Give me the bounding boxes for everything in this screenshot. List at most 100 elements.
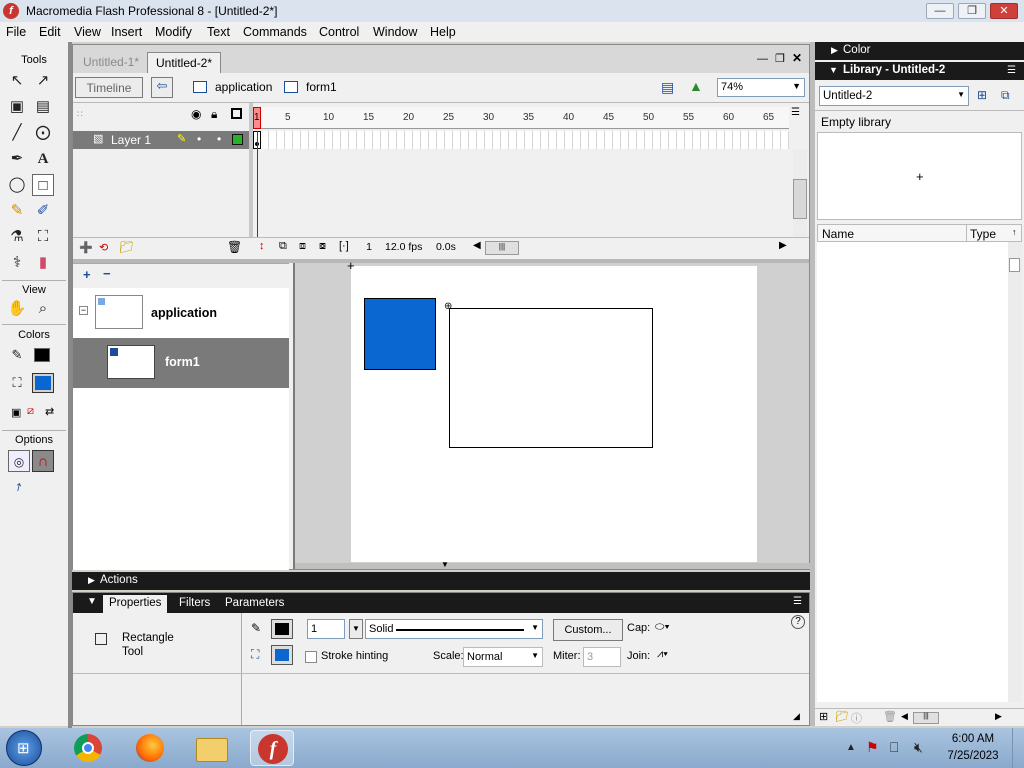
collapse-arrow-icon[interactable]: ▼ <box>87 596 97 607</box>
paint-bucket-tool-icon[interactable]: ⛶ <box>32 226 54 248</box>
breadcrumb-form1[interactable]: form1 <box>306 80 337 94</box>
fill-transform-tool-icon[interactable]: ▤ <box>32 96 54 118</box>
round-rectangle-radius-icon[interactable]: ⭎ <box>8 476 30 498</box>
insert-screen-icon[interactable]: + <box>83 267 91 282</box>
miter-input[interactable]: 3 <box>583 647 621 667</box>
pin-library-icon[interactable]: ⊞ <box>977 88 987 102</box>
timeline-toggle-button[interactable]: Timeline <box>75 77 143 98</box>
scroll-left-icon[interactable]: ◀ <box>473 240 481 251</box>
black-white-icon[interactable]: ▣ <box>11 406 21 419</box>
sort-order-icon[interactable]: ↑ <box>1012 227 1017 237</box>
brush-tool-icon[interactable]: ✐ <box>32 200 54 222</box>
join-select-icon[interactable]: ⩘▾ <box>657 648 668 661</box>
layer-lock-dot[interactable]: • <box>217 132 221 146</box>
zoom-tool-icon[interactable]: ⌕ <box>32 298 54 320</box>
frame-ruler[interactable]: 1 5 10 15 20 25 30 35 40 45 50 55 60 65 <box>253 107 789 129</box>
help-icon[interactable]: ? <box>791 615 805 629</box>
scrollbar-thumb[interactable] <box>793 179 807 219</box>
snap-to-objects-icon[interactable]: ∩ <box>32 450 54 472</box>
new-symbol-icon[interactable]: ⊞ <box>819 710 828 723</box>
actions-panel-header[interactable]: ▶ Actions <box>72 572 810 590</box>
no-color-icon[interactable]: ⧄ <box>27 405 34 418</box>
custom-stroke-button[interactable]: Custom... <box>553 619 623 641</box>
modify-onion-markers-icon[interactable]: [·] <box>339 240 349 252</box>
taskbar-time[interactable]: 6:00 AM <box>940 733 1006 745</box>
frames-row[interactable] <box>253 131 789 149</box>
menu-edit[interactable]: Edit <box>39 25 61 39</box>
library-scrollbar[interactable] <box>1008 242 1022 702</box>
center-frame-icon[interactable]: ↕ <box>259 240 265 252</box>
rectangle-tool-icon[interactable]: □ <box>32 174 54 196</box>
swap-colors-icon[interactable]: ⇄ <box>45 405 54 418</box>
library-document-select[interactable]: Untitled-2 ▼ <box>819 86 969 106</box>
layer-outline-swatch[interactable] <box>232 134 243 145</box>
menu-help[interactable]: Help <box>430 25 456 39</box>
breadcrumb-application[interactable]: application <box>215 80 272 94</box>
pencil-tool-icon[interactable]: ✎ <box>6 200 28 222</box>
doc-restore-icon[interactable]: ❐ <box>775 52 785 65</box>
volume-icon[interactable]: 🔇︎ <box>914 739 923 756</box>
right-panel-splitter[interactable] <box>810 42 815 726</box>
free-transform-tool-icon[interactable]: ▣ <box>6 96 28 118</box>
show-hidden-icons-icon[interactable]: ▲ <box>846 742 856 753</box>
tab-untitled-1[interactable]: Untitled-1* <box>75 52 147 73</box>
timeline-splitter[interactable] <box>249 103 253 237</box>
column-type[interactable]: Type <box>970 227 996 241</box>
horizontal-scrollbar-thumb[interactable]: ||| <box>485 241 519 255</box>
taskbar-chrome[interactable] <box>66 730 110 766</box>
cap-select-icon[interactable]: ⬭▾ <box>655 621 670 634</box>
oval-tool-icon[interactable]: ◯ <box>6 174 28 196</box>
lasso-tool-icon[interactable]: ⨀ <box>32 122 54 144</box>
menu-commands[interactable]: Commands <box>243 25 307 39</box>
library-list[interactable] <box>817 242 1008 702</box>
insert-layer-icon[interactable]: ➕ <box>79 241 93 254</box>
restore-button[interactable]: ❐ <box>958 3 986 19</box>
object-drawing-icon[interactable]: ◎ <box>8 450 30 472</box>
stroke-color-button[interactable] <box>271 619 293 639</box>
fill-color-button[interactable] <box>271 645 293 665</box>
menu-modify[interactable]: Modify <box>155 25 192 39</box>
scrollbar-thumb[interactable] <box>1009 258 1020 272</box>
resize-grip-icon[interactable]: ◢ <box>793 711 800 722</box>
taskbar-firefox[interactable] <box>128 730 172 766</box>
timeline-scrollbar[interactable] <box>793 149 807 237</box>
taskbar-flash[interactable]: f <box>250 730 294 766</box>
panel-menu-icon[interactable]: ☰ <box>793 596 802 607</box>
selection-tool-icon[interactable]: ↖ <box>6 70 28 92</box>
action-center-icon[interactable]: ⚑ <box>866 739 879 756</box>
menu-control[interactable]: Control <box>319 25 359 39</box>
horizontal-scrollbar-thumb[interactable]: ||| <box>913 712 939 724</box>
tab-untitled-2[interactable]: Untitled-2* <box>147 52 222 73</box>
edit-symbols-icon[interactable]: ▲ <box>689 78 703 94</box>
scroll-right-icon[interactable]: ▶ <box>995 711 1002 722</box>
frame-view-menu-icon[interactable]: ☰ <box>791 107 800 118</box>
network-icon[interactable]: ⎕ <box>890 739 898 756</box>
back-arrow-icon[interactable]: ⇦ <box>151 77 173 98</box>
scroll-right-icon[interactable]: ▶ <box>779 240 787 251</box>
collapse-arrow-icon[interactable]: ▼ <box>441 560 449 569</box>
add-motion-guide-icon[interactable]: ⟲ <box>99 241 108 254</box>
stage[interactable]: ⊕ <box>351 266 757 562</box>
eye-icon[interactable]: ◉ <box>191 107 201 121</box>
zoom-select[interactable]: 74% ▼ <box>717 78 805 97</box>
library-panel-header[interactable]: ▼ Library - Untitled-2 ☰ <box>815 62 1024 80</box>
ink-bottle-tool-icon[interactable]: ⚗ <box>6 226 28 248</box>
stroke-style-select[interactable]: Solid ▼ <box>365 619 543 639</box>
color-panel-header[interactable]: ▶ Color <box>815 42 1024 60</box>
minimize-button[interactable]: — <box>926 3 954 19</box>
scroll-left-icon[interactable]: ◀ <box>901 711 908 722</box>
delete-screen-icon[interactable]: − <box>103 266 111 281</box>
menu-text[interactable]: Text <box>207 25 230 39</box>
line-tool-icon[interactable]: ╱ <box>6 122 28 144</box>
stroke-width-input[interactable]: 1 <box>307 619 345 639</box>
menu-view[interactable]: View <box>74 25 101 39</box>
new-folder-icon[interactable]: 📁︎ <box>835 710 849 723</box>
taskbar-date[interactable]: 7/25/2023 <box>940 750 1006 762</box>
tab-filters[interactable]: Filters <box>173 595 216 613</box>
layer-row[interactable]: ▧ Layer 1 ✎ • • <box>73 131 249 149</box>
delete-layer-icon[interactable]: 🗑︎ <box>227 240 242 254</box>
text-tool-icon[interactable]: A <box>32 148 54 170</box>
edit-scene-icon[interactable]: ▤ <box>661 79 674 96</box>
flash-app-icon[interactable]: f <box>3 3 19 19</box>
subselection-tool-icon[interactable]: ↗ <box>32 70 54 92</box>
